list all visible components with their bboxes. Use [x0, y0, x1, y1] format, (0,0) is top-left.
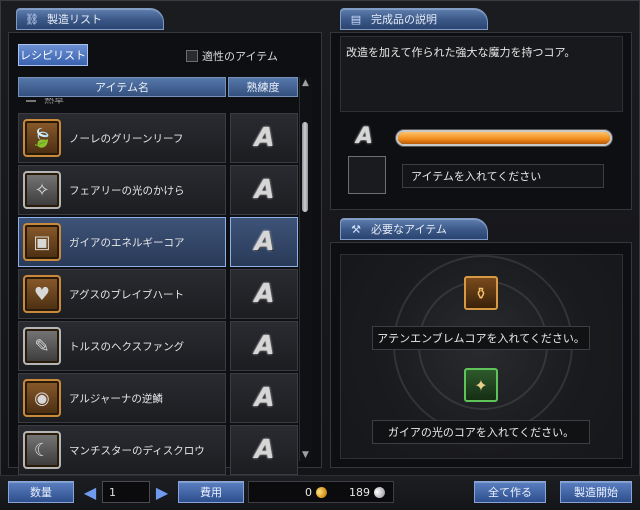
proficiency-cell[interactable]: A — [230, 321, 298, 371]
proficiency-bar — [396, 130, 612, 146]
light-core-icon[interactable]: ✦ — [464, 368, 498, 402]
table-row[interactable]: ♥ アグスのブレイブハート A — [18, 269, 298, 319]
item-description: 改造を加えて作られた強大な魔力を持つコア。 — [346, 46, 576, 59]
table-row[interactable]: ✎ トルスのヘクスファング A — [18, 321, 298, 371]
silver-coin-icon — [371, 484, 388, 500]
book-icon: ▤ — [350, 12, 362, 26]
item-name-cell[interactable]: ✧ フェアリーの光のかけら — [18, 165, 226, 215]
item-name: トルスのヘクスファング — [69, 340, 185, 353]
silver-amount: 189 — [349, 485, 370, 499]
required-item-label-2: ガイアの光のコアを入れてください。 — [372, 420, 590, 444]
result-item-field: アイテムを入れてください — [402, 164, 604, 188]
proficiency-cell[interactable]: A — [230, 113, 298, 163]
item-name-cell[interactable]: ♥ アグスのブレイブハート — [18, 269, 226, 319]
recipe-list-button[interactable]: レシピリスト — [18, 44, 88, 66]
suitable-items-checkbox[interactable] — [186, 50, 198, 62]
item-name: ガイアのエネルギーコア — [69, 236, 185, 249]
proficiency-cell[interactable]: A — [230, 165, 298, 215]
proficiency-grade: A — [254, 123, 274, 153]
proficiency-grade: A — [254, 383, 274, 413]
proficiency-cell[interactable]: A — [230, 425, 298, 475]
table-row[interactable]: 🍃 ノーレのグリーンリーフ A — [18, 113, 298, 163]
item-name-cell[interactable]: ✎ トルスのヘクスファング — [18, 321, 226, 371]
proficiency-grade: A — [254, 331, 274, 361]
fang-icon: ✎ — [23, 327, 61, 365]
table-row[interactable]: ◉ アルジャーナの逆鱗 A — [18, 373, 298, 423]
proficiency-bar-fill — [398, 132, 610, 144]
cost-display: 0 189 — [248, 481, 394, 503]
chain-icon: ⛓ — [25, 12, 39, 26]
table-row[interactable]: ✧ フェアリーの光のかけら A — [18, 165, 298, 215]
column-header-proficiency[interactable]: 熟練度 — [228, 77, 298, 97]
quantity-label: 数量 — [8, 481, 74, 503]
category-label: 熟草 — [44, 98, 64, 106]
proficiency-grade: A — [254, 175, 274, 205]
result-item-slot[interactable] — [348, 156, 386, 194]
proficiency-grade: A — [254, 279, 274, 309]
proficiency-grade: A — [254, 227, 274, 257]
item-name-cell[interactable]: 🍃 ノーレのグリーンリーフ — [18, 113, 226, 163]
suitable-items-label: 適性のアイテム — [202, 50, 278, 63]
required-item-label-1: アテンエンブレムコアを入れてください。 — [372, 326, 590, 350]
scroll-down-icon[interactable]: ▼ — [300, 450, 311, 460]
item-name-cell[interactable]: ▣ ガイアのエネルギーコア — [18, 217, 226, 267]
quantity-increase-icon[interactable]: ▶ — [156, 482, 168, 502]
table-row[interactable]: ▣ ガイアのエネルギーコア A — [18, 217, 298, 267]
emblem-core-icon[interactable]: ⚱ — [464, 276, 498, 310]
start-crafting-button[interactable]: 製造開始 — [560, 481, 632, 503]
required-items-tab: ⚒ 必要なアイテム — [340, 218, 488, 240]
description-tab: ▤ 完成品の説明 — [340, 8, 488, 30]
cost-label: 費用 — [178, 481, 244, 503]
item-name: ノーレのグリーンリーフ — [69, 132, 184, 145]
core-icon: ▣ — [23, 223, 61, 261]
proficiency-cell[interactable]: A — [230, 217, 298, 267]
claw-icon: ☾ — [23, 431, 61, 469]
quantity-decrease-icon[interactable]: ◀ — [84, 482, 96, 502]
category-row[interactable]: 熟草 — [18, 98, 298, 108]
proficiency-cell[interactable]: A — [230, 269, 298, 319]
quantity-input[interactable]: 1 — [102, 481, 150, 503]
gold-amount: 0 — [305, 485, 312, 499]
item-name: アルジャーナの逆鱗 — [69, 392, 163, 405]
gold-coin-icon — [313, 484, 330, 500]
proficiency-cell[interactable]: A — [230, 373, 298, 423]
hammer-icon: ⚒ — [351, 222, 361, 236]
proficiency-grade: A — [254, 435, 274, 465]
suitable-items-toggle[interactable]: 適性のアイテム — [186, 48, 278, 64]
description-title: 完成品の説明 — [371, 13, 437, 26]
heart-icon: ♥ — [23, 275, 61, 313]
recipe-list-tab: ⛓ 製造リスト — [16, 8, 164, 30]
item-name: アグスのブレイブハート — [69, 288, 184, 301]
scroll-up-icon[interactable]: ▲ — [300, 78, 311, 88]
required-items-title: 必要なアイテム — [371, 223, 447, 236]
recipe-list-title: 製造リスト — [47, 13, 102, 26]
table-row[interactable]: ☾ マンチスターのディスクロウ A — [18, 425, 298, 475]
leaf-icon: 🍃 — [23, 119, 61, 157]
result-grade: A — [356, 124, 373, 149]
collapse-icon — [26, 100, 36, 102]
column-header-item-name[interactable]: アイテム名 — [18, 77, 226, 97]
scrollbar-thumb[interactable] — [302, 122, 308, 212]
crystal-icon: ✧ — [23, 171, 61, 209]
scale-icon: ◉ — [23, 379, 61, 417]
item-name: マンチスターのディスクロウ — [69, 444, 205, 457]
make-all-button[interactable]: 全て作る — [474, 481, 546, 503]
item-name-cell[interactable]: ◉ アルジャーナの逆鱗 — [18, 373, 226, 423]
item-name: フェアリーの光のかけら — [69, 184, 185, 197]
item-name-cell[interactable]: ☾ マンチスターのディスクロウ — [18, 425, 226, 475]
